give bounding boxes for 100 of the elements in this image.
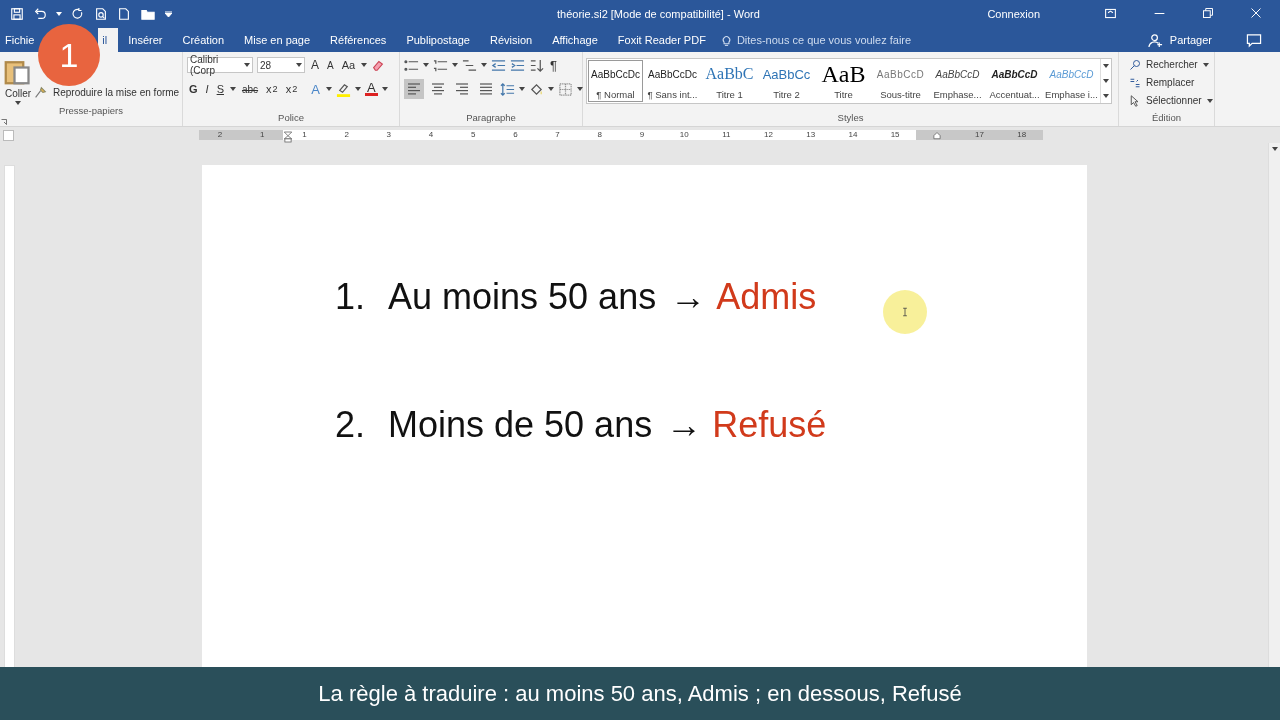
caret-icon[interactable] xyxy=(452,63,458,67)
eraser-icon[interactable] xyxy=(371,58,386,72)
ribbon-tab[interactable]: Révision xyxy=(480,28,543,52)
style-item[interactable]: AaBbCcD Sous-titre xyxy=(872,59,929,103)
indent-marker-icon[interactable] xyxy=(283,130,294,144)
highlighter-icon[interactable] xyxy=(335,81,351,97)
comment-icon[interactable] xyxy=(1246,32,1262,48)
result-text: Refusé xyxy=(712,404,827,446)
caret-icon[interactable] xyxy=(361,63,368,67)
dialog-launcher-icon[interactable] xyxy=(0,118,8,126)
ribbon-display-icon[interactable] xyxy=(1104,7,1117,20)
pointer-icon[interactable] xyxy=(1129,94,1141,107)
select-button[interactable]: Sélectionner xyxy=(1144,95,1204,106)
caret-icon[interactable] xyxy=(519,87,525,91)
multilevel-list-icon[interactable] xyxy=(462,57,477,73)
caret-icon[interactable] xyxy=(15,101,21,105)
replace-icon[interactable] xyxy=(1129,76,1141,89)
paste-button[interactable]: Coller xyxy=(4,56,32,105)
search-icon[interactable] xyxy=(1129,58,1141,71)
ribbon-tab[interactable]: Foxit Reader PDF xyxy=(607,28,716,52)
horizontal-ruler: 2 1 1 2 3 4 5 6 7 8 9 10 11 12 13 14 15 17 18 xyxy=(199,130,1043,140)
format-painter-button[interactable]: Reproduire la mise en forme xyxy=(51,86,182,98)
style-item[interactable]: AaBbC Titre 1 xyxy=(701,59,758,103)
style-item[interactable]: AaBbCcDc ¶ Normal xyxy=(587,59,644,103)
ribbon-tab[interactable]: Publipostage xyxy=(396,28,480,52)
shrink-font-button[interactable]: A xyxy=(325,59,336,71)
style-item[interactable]: AaBbCcD Emphase... xyxy=(929,59,986,103)
italic-button[interactable]: I xyxy=(203,83,211,95)
group-label: Édition xyxy=(1150,112,1183,125)
caret-icon[interactable] xyxy=(244,63,250,67)
caret-icon[interactable] xyxy=(381,87,388,91)
underline-button[interactable]: S xyxy=(214,83,226,95)
sign-in-button[interactable]: Connexion xyxy=(985,7,1042,20)
ribbon-tab[interactable]: Insérer xyxy=(118,28,173,52)
group-label: Paragraphe xyxy=(465,112,517,125)
share-button[interactable]: Partager xyxy=(1167,34,1214,46)
ribbon-tab[interactable]: il xyxy=(98,28,119,52)
group-label: Styles xyxy=(836,112,865,125)
right-indent-icon[interactable] xyxy=(932,130,943,140)
scrollbar[interactable] xyxy=(1268,143,1280,667)
increase-indent-icon[interactable] xyxy=(510,57,525,73)
restore-icon[interactable] xyxy=(1202,7,1214,19)
scroll-down-icon[interactable] xyxy=(1103,79,1109,83)
undo-icon[interactable] xyxy=(33,6,47,21)
bold-button[interactable]: G xyxy=(187,83,200,95)
style-item[interactable]: AaBbCc Titre 2 xyxy=(758,59,815,103)
close-icon[interactable] xyxy=(1250,7,1262,19)
list-number: 2. xyxy=(335,404,367,446)
ribbon-tab[interactable]: Mise en page xyxy=(234,28,321,52)
more-icon[interactable] xyxy=(1103,93,1109,98)
decrease-indent-icon[interactable] xyxy=(491,57,506,73)
style-item[interactable]: AaBbCcD Emphase i... xyxy=(1043,59,1100,103)
font-size-field[interactable]: 28 xyxy=(257,57,305,73)
shading-icon[interactable] xyxy=(529,81,544,97)
lightbulb-icon xyxy=(719,33,733,47)
caret-icon[interactable] xyxy=(229,87,236,91)
customize-icon[interactable] xyxy=(165,10,172,17)
numbering-icon[interactable] xyxy=(433,57,448,73)
person-icon[interactable] xyxy=(1147,32,1163,48)
show-formatting-button[interactable]: ¶ xyxy=(548,57,559,73)
tell-me-field[interactable]: Dites-nous ce que vous voulez faire xyxy=(736,34,912,46)
list-number: 1. xyxy=(335,276,367,318)
redo-icon[interactable] xyxy=(71,6,85,21)
text-effects-button[interactable]: A xyxy=(309,81,322,97)
align-icon[interactable] xyxy=(404,79,424,99)
strikethrough-button[interactable]: abc xyxy=(239,83,261,95)
caret-icon[interactable] xyxy=(481,63,487,67)
caret-icon[interactable] xyxy=(296,63,302,67)
bullets-icon[interactable] xyxy=(404,57,419,73)
style-item[interactable]: AaBbCcDc ¶ Sans int... xyxy=(644,59,701,103)
save-icon[interactable] xyxy=(10,6,24,21)
caret-icon[interactable] xyxy=(56,11,62,16)
caret-icon[interactable] xyxy=(548,87,554,91)
caret-icon[interactable] xyxy=(354,87,361,91)
list-text: Moins de 50 ans xyxy=(388,404,653,446)
group-label: Police xyxy=(277,112,305,125)
caret-icon[interactable] xyxy=(577,87,583,91)
style-item[interactable]: AaB Titre xyxy=(815,59,872,103)
sort-icon[interactable] xyxy=(529,57,544,73)
font-color-button[interactable]: A xyxy=(364,82,378,96)
caret-icon[interactable] xyxy=(423,63,429,67)
list-text: Au moins 50 ans xyxy=(388,276,657,318)
style-item[interactable]: AaBbCcD Accentuat... xyxy=(986,59,1043,103)
caret-icon[interactable] xyxy=(1206,98,1213,103)
grow-font-button[interactable]: A xyxy=(309,58,321,72)
replace-button[interactable]: Remplacer xyxy=(1144,77,1197,88)
caption: La règle à traduire : au moins 50 ans, Admis ; en dessous, Refusé xyxy=(0,667,1280,720)
new-document-icon[interactable] xyxy=(117,6,131,21)
change-case-button[interactable]: Aa xyxy=(339,59,358,71)
find-button[interactable]: Rechercher xyxy=(1144,59,1200,70)
ribbon-tab[interactable]: Affichage xyxy=(542,28,608,52)
caret-icon[interactable] xyxy=(1202,62,1209,67)
line-spacing-icon[interactable] xyxy=(500,81,515,97)
caret-icon[interactable] xyxy=(325,87,332,91)
ribbon-tab[interactable]: Références xyxy=(320,28,397,52)
window-title: théorie.si2 [Mode de compatibilité] - Word xyxy=(556,7,761,20)
arrow-symbol: → xyxy=(666,404,703,446)
print-preview-icon[interactable] xyxy=(94,6,108,21)
paintbrush-icon[interactable] xyxy=(34,85,47,99)
ribbon-tab[interactable]: Création xyxy=(172,28,235,52)
